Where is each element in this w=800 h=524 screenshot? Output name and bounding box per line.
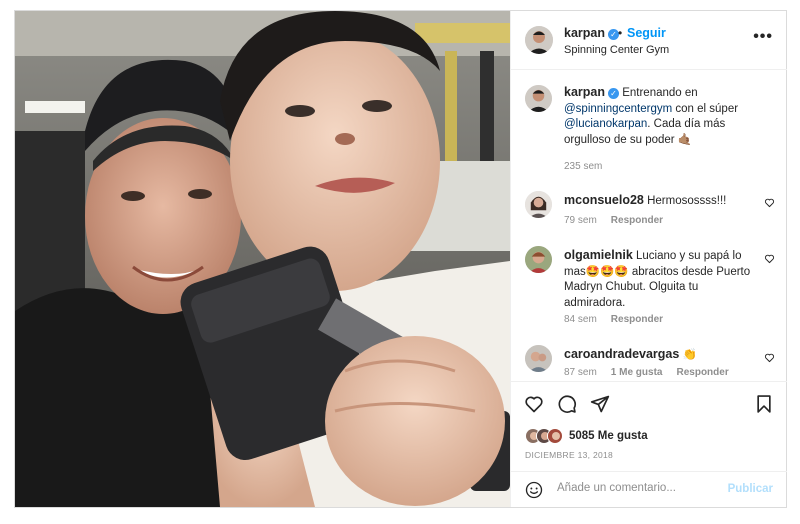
caption-text: karpan ✓ Entrenando en @spinningcentergym… bbox=[564, 85, 759, 148]
emoji-icon[interactable] bbox=[525, 481, 543, 499]
reply-button[interactable]: Responder bbox=[611, 215, 663, 226]
post-dialog: karpan ✓ • Seguir Spinning Center Gym •••… bbox=[14, 10, 787, 508]
add-comment-input[interactable] bbox=[557, 482, 717, 494]
comment-icon[interactable] bbox=[557, 394, 577, 414]
likes-count[interactable]: 5085 Me gusta bbox=[569, 430, 648, 442]
comment-username[interactable]: olgamielnik bbox=[564, 248, 633, 262]
header-separator: • bbox=[618, 26, 623, 40]
comment-item: mconsuelo28 Hermosossss!!! 79 sem Respond… bbox=[511, 191, 787, 235]
comment-body: Hermosossss!!! bbox=[647, 195, 727, 207]
caption-text-mid: con el súper bbox=[675, 102, 739, 115]
comment-text: olgamielnik Luciano y su papá lo mas🤩🤩🤩 … bbox=[564, 248, 759, 311]
comment-meta: 79 sem Responder bbox=[564, 215, 677, 226]
comment-item: caroandradevargas 👏 87 sem 1 Me gusta Resp… bbox=[511, 345, 787, 381]
comment-text: caroandradevargas 👏 bbox=[564, 347, 759, 364]
comment-text: mconsuelo28 Hermosossss!!! bbox=[564, 193, 759, 210]
author-username-text[interactable]: karpan bbox=[564, 26, 605, 40]
follow-button[interactable]: Seguir bbox=[627, 26, 666, 40]
comment-meta: 87 sem 1 Me gusta Responder bbox=[564, 367, 743, 378]
comments-list[interactable]: karpan ✓ Entrenando en @spinningcentergym… bbox=[511, 71, 787, 381]
commenter-avatar[interactable] bbox=[525, 345, 552, 372]
commenter-avatar[interactable] bbox=[525, 191, 552, 218]
send-icon[interactable] bbox=[590, 394, 610, 414]
comment-body: 👏 bbox=[682, 349, 697, 361]
verified-icon: ✓ bbox=[608, 88, 619, 99]
comment-meta: 84 sem Responder bbox=[564, 314, 677, 325]
liker-avatar bbox=[547, 428, 563, 444]
post-side-panel: karpan ✓ • Seguir Spinning Center Gym •••… bbox=[510, 11, 787, 507]
comment-time[interactable]: 87 sem bbox=[564, 367, 597, 378]
publish-button[interactable]: Publicar bbox=[728, 483, 773, 495]
comment-username[interactable]: mconsuelo28 bbox=[564, 193, 644, 207]
location-link[interactable]: Spinning Center Gym bbox=[564, 44, 669, 56]
post-photo[interactable] bbox=[15, 11, 510, 507]
post-photo-illustration bbox=[15, 11, 510, 507]
comment-time[interactable]: 84 sem bbox=[564, 314, 597, 325]
caption-meta: 235 sem bbox=[564, 161, 616, 172]
post-actions: 5085 Me gusta DICIEMBRE 13, 2018 bbox=[511, 381, 787, 471]
caption-author-avatar[interactable] bbox=[525, 85, 552, 112]
post-date[interactable]: DICIEMBRE 13, 2018 bbox=[525, 450, 613, 460]
caption-text-before: Entrenando en bbox=[622, 87, 698, 99]
author-username[interactable]: karpan ✓ bbox=[564, 26, 619, 40]
mention-link[interactable]: @spinningcentergym bbox=[564, 103, 672, 115]
caption-item: karpan ✓ Entrenando en @spinningcentergym… bbox=[511, 85, 787, 175]
more-horizontal-icon[interactable]: ••• bbox=[753, 28, 773, 46]
comment-item: olgamielnik Luciano y su papá lo mas🤩🤩🤩 … bbox=[511, 246, 787, 328]
comment-time[interactable]: 79 sem bbox=[564, 215, 597, 226]
commenter-avatar[interactable] bbox=[525, 246, 552, 273]
reply-button[interactable]: Responder bbox=[611, 314, 663, 325]
caption-username[interactable]: karpan bbox=[564, 85, 605, 99]
reply-button[interactable]: Responder bbox=[676, 367, 728, 378]
comment-username[interactable]: caroandradevargas bbox=[564, 347, 679, 361]
mention-link[interactable]: @lucianokarpan bbox=[564, 118, 647, 130]
author-avatar[interactable] bbox=[525, 26, 553, 54]
post-header: karpan ✓ • Seguir Spinning Center Gym ••• bbox=[511, 11, 787, 70]
comment-like-heart-icon[interactable] bbox=[764, 352, 775, 363]
comment-like-heart-icon[interactable] bbox=[764, 197, 775, 208]
bookmark-icon[interactable] bbox=[754, 394, 774, 414]
heart-icon[interactable] bbox=[524, 394, 544, 414]
comment-likes-count[interactable]: 1 Me gusta bbox=[611, 367, 663, 378]
caption-time[interactable]: 235 sem bbox=[564, 161, 602, 172]
comment-like-heart-icon[interactable] bbox=[764, 253, 775, 264]
add-comment-bar: Publicar bbox=[511, 471, 787, 507]
